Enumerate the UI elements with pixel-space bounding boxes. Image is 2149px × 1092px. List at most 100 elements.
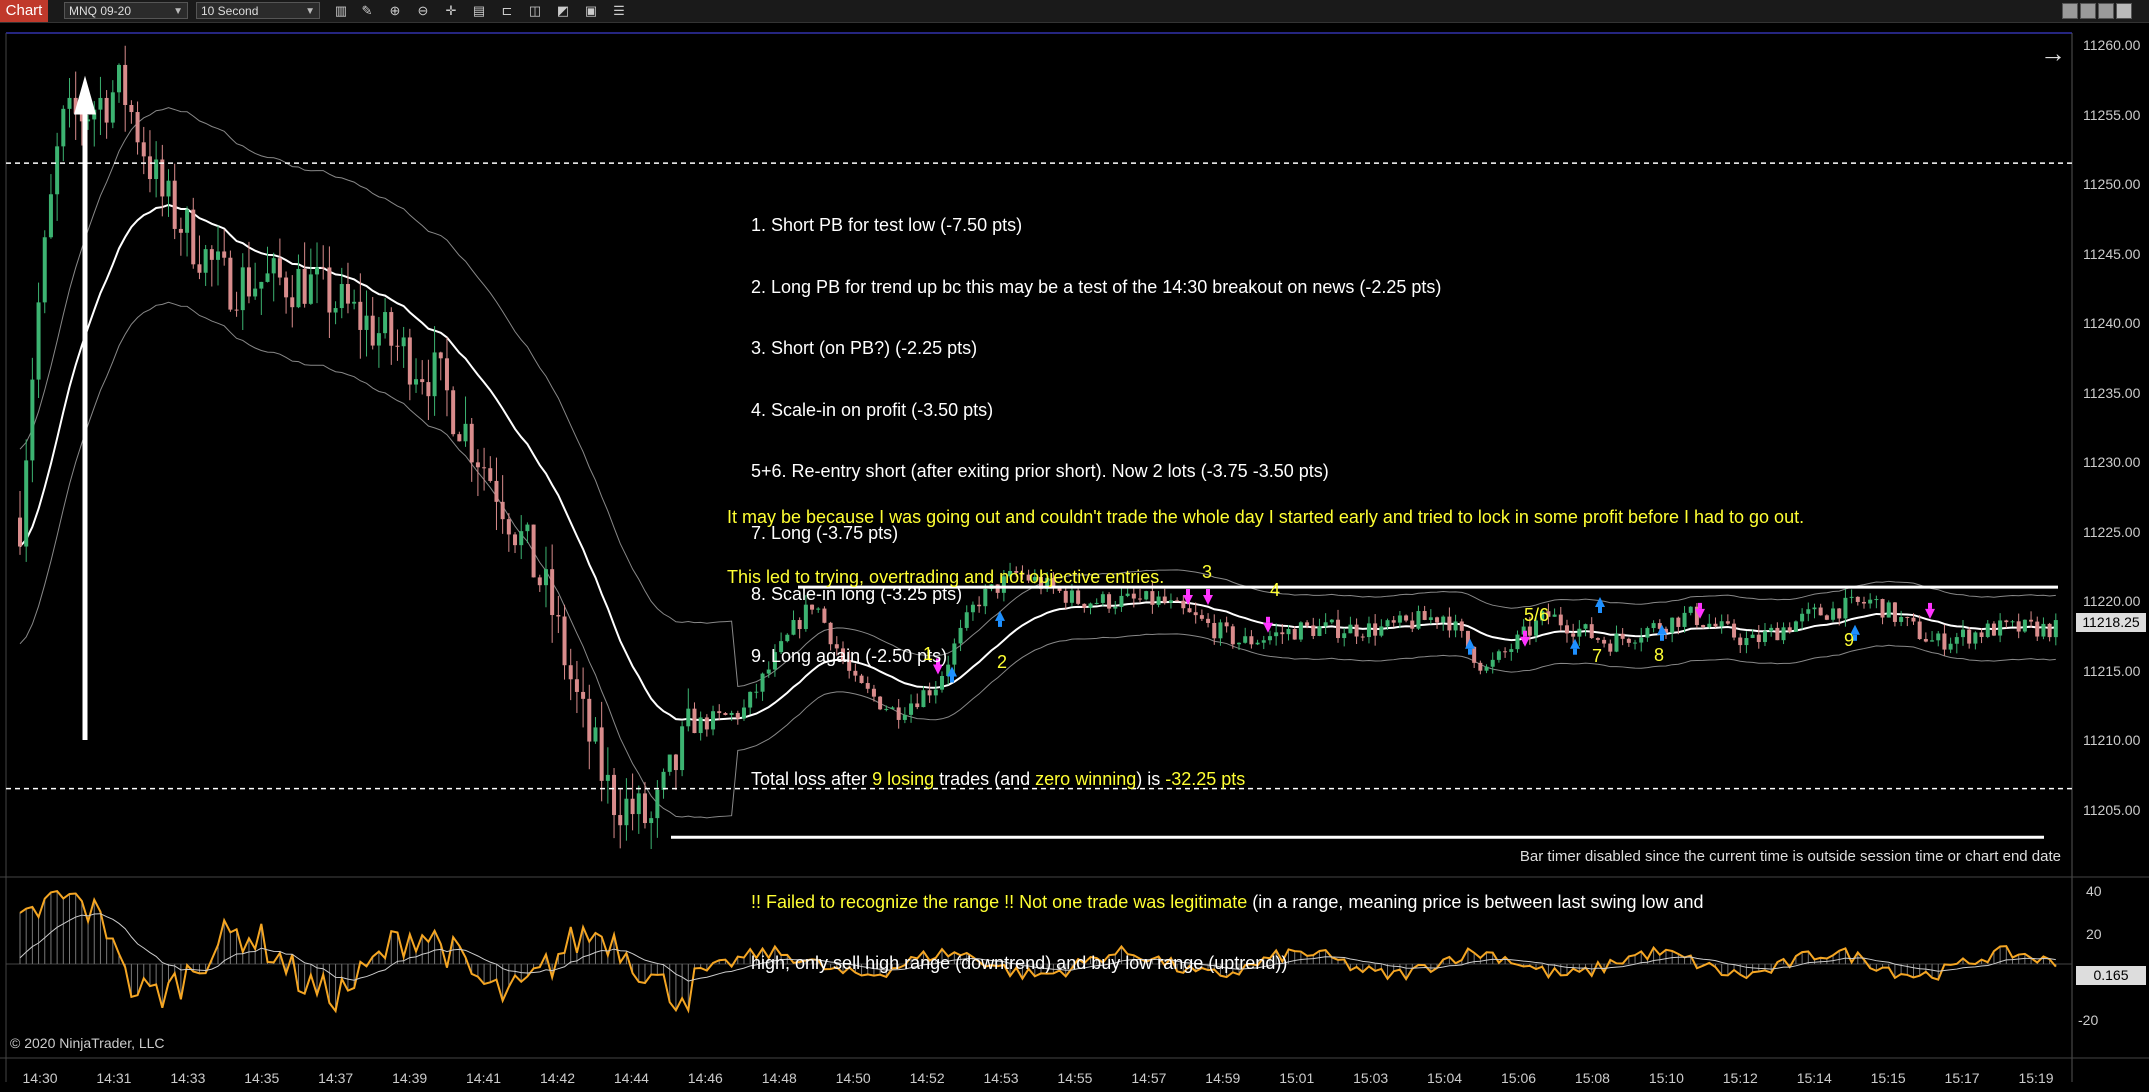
time-tick-label: 14:37 (318, 1070, 354, 1086)
price-bar (1892, 602, 1897, 622)
price-bar (692, 708, 697, 734)
price-bar (1930, 640, 1935, 642)
bar-type-icon[interactable]: ▥ (332, 3, 350, 19)
crosshair-icon[interactable]: ✛ (442, 3, 460, 19)
templates-icon[interactable]: ⊏ (498, 3, 516, 19)
price-bar (1831, 608, 1836, 620)
time-tick-label: 15:01 (1279, 1070, 1315, 1086)
tile-window-button[interactable] (2062, 3, 2078, 19)
price-bar (1824, 615, 1829, 620)
price-bar (587, 698, 592, 742)
price-bar (1868, 599, 1873, 604)
price-bar (2035, 621, 2040, 637)
maximize-button[interactable] (2098, 3, 2114, 19)
time-tick-label: 14:50 (835, 1070, 871, 1086)
price-bar (482, 467, 487, 469)
price-bar (321, 267, 326, 269)
minimize-button[interactable] (2080, 3, 2096, 19)
price-bar (667, 754, 672, 772)
price-bar (562, 616, 567, 666)
price-bar (1979, 632, 1984, 637)
price-bar (2041, 623, 2046, 637)
price-tick-label: 11225.00 (2083, 523, 2141, 540)
price-bar (1998, 620, 2003, 636)
price-bar (2029, 619, 2034, 622)
close-button[interactable] (2116, 3, 2132, 19)
price-bar (463, 423, 468, 442)
time-tick-label: 15:08 (1574, 1070, 1610, 1086)
total-loss-line: Total loss after 9 losing trades (and ze… (751, 768, 1246, 789)
current-price-badge: 11218.25 (2076, 613, 2146, 632)
price-bar (228, 257, 233, 310)
price-bar (420, 379, 425, 383)
price-bar (160, 159, 165, 197)
list-icon[interactable]: ☰ (610, 3, 628, 19)
price-bar (191, 209, 196, 265)
data-box-icon[interactable]: ▣ (582, 3, 600, 19)
strategies-icon[interactable]: ◩ (554, 3, 572, 19)
bar-timer-message: Bar timer disabled since the current tim… (1519, 848, 2061, 865)
indicators-icon[interactable]: ◫ (526, 3, 544, 19)
price-bar (352, 301, 357, 304)
price-bar (1750, 634, 1755, 639)
price-bar (593, 727, 598, 742)
price-bar (525, 524, 530, 532)
time-tick-label: 14:31 (96, 1070, 132, 1086)
trade-note: 1. Short PB for test low (-7.50 pts) (751, 215, 1023, 235)
price-bar (203, 249, 208, 273)
oscillator-tick-label: 20 (2086, 926, 2102, 942)
time-tick-label: 15:15 (1870, 1070, 1906, 1086)
time-tick-label: 14:39 (392, 1070, 428, 1086)
scroll-right-icon[interactable]: → (2040, 38, 2066, 69)
price-bar (661, 771, 666, 790)
price-bar (2010, 621, 2015, 623)
price-bar (222, 251, 227, 258)
oscillator-tick-label: 40 (2086, 883, 2102, 899)
price-bar (104, 97, 109, 123)
price-bar (655, 789, 660, 819)
price-tick-label: 11210.00 (2083, 732, 2141, 748)
price-bar (1806, 609, 1811, 614)
draw-tool-icon[interactable]: ✎ (358, 3, 376, 19)
time-tick-label: 15:03 (1353, 1070, 1389, 1086)
price-bar (345, 284, 350, 304)
properties-icon[interactable]: ▤ (470, 3, 488, 19)
price-bar (717, 711, 722, 714)
price-bar (98, 97, 103, 110)
price-bar (2047, 623, 2052, 638)
price-bar (741, 707, 746, 719)
price-bar (1762, 631, 1767, 643)
zoom-out-icon[interactable]: ⊖ (414, 3, 432, 19)
price-tick-label: 11215.00 (2083, 662, 2141, 679)
instrument-value: MNQ 09-20 (69, 4, 132, 18)
price-bar (599, 727, 604, 781)
interval-selector[interactable]: 10 Second ▼ (196, 2, 320, 19)
zoom-in-icon[interactable]: ⊕ (386, 3, 404, 19)
price-bar (389, 312, 394, 346)
price-tick-label: 11235.00 (2083, 384, 2141, 401)
instrument-selector[interactable]: MNQ 09-20 ▼ (64, 2, 188, 19)
trade-number-label: 2 (997, 652, 1008, 672)
price-bar (315, 267, 320, 275)
price-bar (2016, 621, 2021, 632)
price-bar (630, 798, 635, 815)
chart-tab[interactable]: Chart (0, 0, 48, 22)
price-bar (1781, 627, 1786, 641)
price-bar (401, 337, 406, 347)
trade-number-label: 9 (1844, 630, 1855, 650)
price-bar (612, 774, 617, 816)
chevron-down-icon: ▼ (173, 6, 183, 17)
price-bar (1787, 627, 1792, 632)
time-tick-label: 14:44 (613, 1070, 649, 1086)
price-bar (30, 379, 35, 461)
price-bar (24, 460, 29, 547)
price-bar (277, 258, 282, 278)
price-bar (1886, 602, 1891, 618)
trade-note: 3. Short (on PB?) (-2.25 pts) (751, 338, 978, 358)
price-bar (253, 288, 258, 297)
time-tick-label: 15:06 (1500, 1070, 1537, 1086)
price-bar (1936, 633, 1941, 641)
price-tick-label: 11250.00 (2083, 176, 2141, 192)
price-tick-label: 11240.00 (2083, 315, 2141, 331)
price-bar (1954, 637, 1959, 644)
